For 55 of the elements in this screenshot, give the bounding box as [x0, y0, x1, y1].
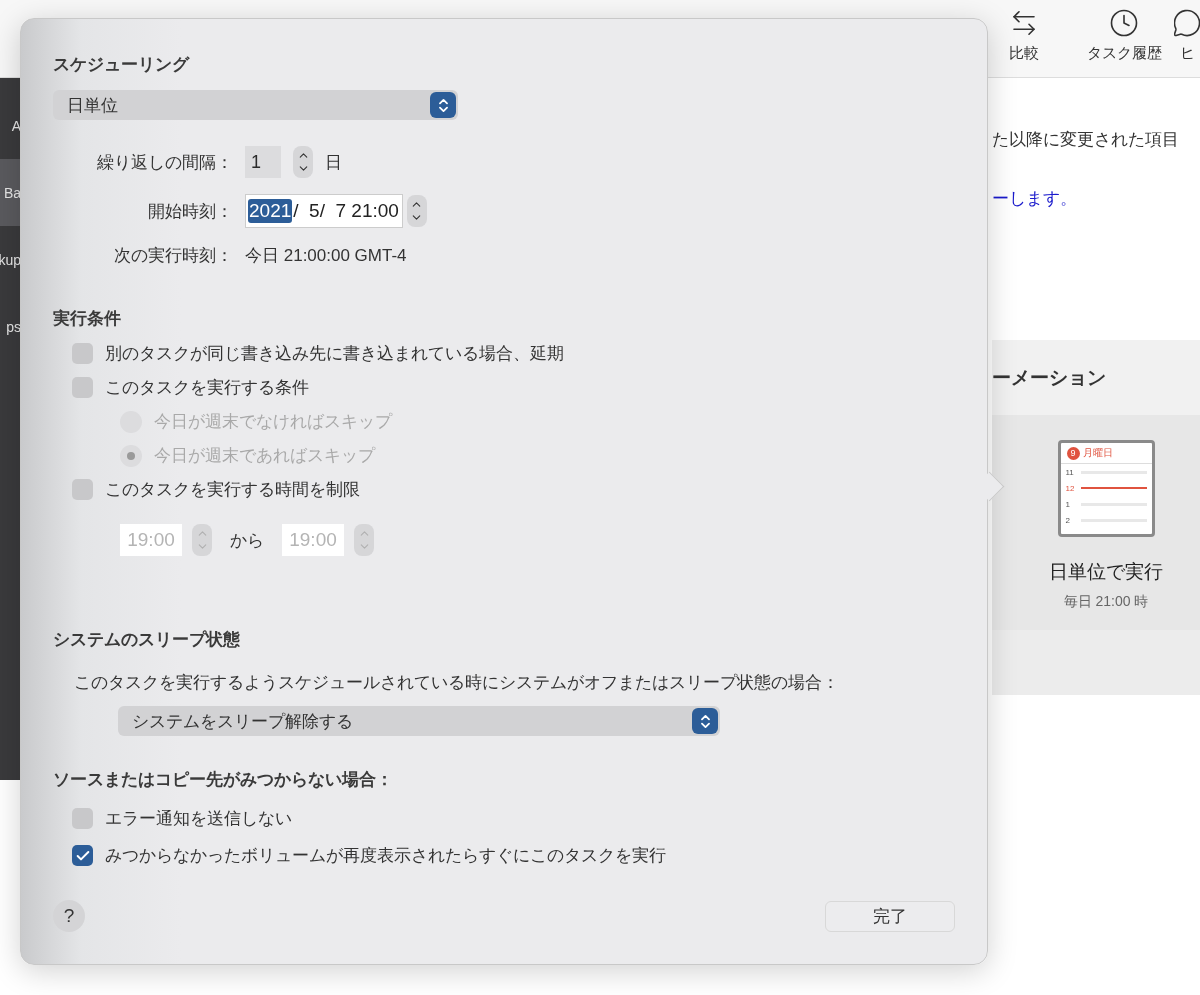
checkbox[interactable]	[72, 377, 93, 398]
hour-label: 11	[1065, 467, 1075, 477]
section-title: システムのスリープ状態	[53, 629, 241, 651]
card-subtitle: 毎日 21:00 時	[1063, 593, 1149, 611]
updown-icon	[692, 708, 718, 734]
card-title: 日単位で実行	[1049, 560, 1163, 584]
hour-label: 1	[1065, 499, 1071, 509]
sleep-description: このタスクを実行するようスケジュールされている時にシステムがオフまたはスリープ状態の場合：	[73, 672, 840, 694]
speech-bubble-icon	[1174, 8, 1200, 38]
updown-icon	[430, 92, 456, 118]
section-title: ソースまたはコピー先がみつからない場合：	[53, 769, 394, 791]
section-title: スケジューリング	[53, 54, 191, 76]
date-time-field[interactable]: 2021/ 5/ 7 21:00	[245, 194, 403, 228]
done-button[interactable]: 完了	[825, 900, 955, 932]
stepper[interactable]	[293, 146, 313, 178]
date-segment[interactable]: / 5/ 7 21:00	[292, 199, 400, 223]
clock-icon	[1109, 8, 1139, 38]
range-separator: から	[230, 529, 264, 552]
day-badge: 9	[1066, 446, 1080, 460]
hour-label: 2	[1065, 515, 1071, 525]
field-label: 開始時刻：	[147, 200, 233, 223]
sidebar-item[interactable]: A	[0, 92, 21, 159]
date-segment[interactable]: 2021	[248, 199, 293, 223]
checkbox-label: 別のタスクが同じ書き込み先に書き込まれている場合、延期	[105, 343, 564, 365]
section-title: 実行条件	[53, 308, 122, 330]
interval-field[interactable]: 1	[245, 146, 281, 178]
section-title: ーメーション	[992, 365, 1106, 390]
unit-label: 日	[325, 151, 342, 174]
checkbox-label: エラー通知を送信しない	[105, 808, 292, 830]
checkbox[interactable]	[72, 343, 93, 364]
next-run-value: 今日 21:00:00 GMT-4	[245, 245, 408, 267]
radio-label: 今日が週末でなければスキップ	[154, 411, 392, 433]
description-text: た以降に変更された項目	[992, 129, 1180, 151]
weekday-text: 月曜日	[1082, 446, 1113, 460]
field-label: 繰り返しの間隔：	[96, 151, 233, 174]
checkbox[interactable]	[72, 808, 93, 829]
toolbar-button[interactable]: 比較	[974, 8, 1074, 63]
stepper[interactable]	[406, 195, 427, 227]
frequency-select[interactable]: 日単位	[53, 90, 458, 120]
wake-action-select[interactable]: システムをスリープ解除する	[118, 706, 720, 736]
sidebar-item[interactable]: ps	[0, 293, 21, 360]
link[interactable]: ーします。	[992, 187, 1200, 210]
checkbox[interactable]	[72, 479, 93, 500]
checkbox-label: このタスクを実行する時間を制限	[105, 479, 360, 501]
radio-label: 今日が週末であればスキップ	[154, 445, 375, 467]
checkbox-label: このタスクを実行する条件	[105, 377, 309, 399]
checkbox-label: みつからなかったボリュームが再度表示されたらすぐにこのタスクを実行	[105, 845, 666, 867]
checkbox[interactable]	[72, 845, 93, 866]
hour-label: 12	[1065, 483, 1076, 493]
help-button[interactable]: ?	[53, 900, 85, 932]
toolbar-button[interactable]: タスク履歴	[1074, 8, 1174, 63]
toolbar-button[interactable]: ヒ	[1174, 8, 1200, 63]
sidebar-item[interactable]: Ba	[0, 159, 21, 226]
sidebar-item[interactable]: kup	[0, 226, 21, 293]
field-label: 次の実行時刻：	[113, 245, 233, 267]
